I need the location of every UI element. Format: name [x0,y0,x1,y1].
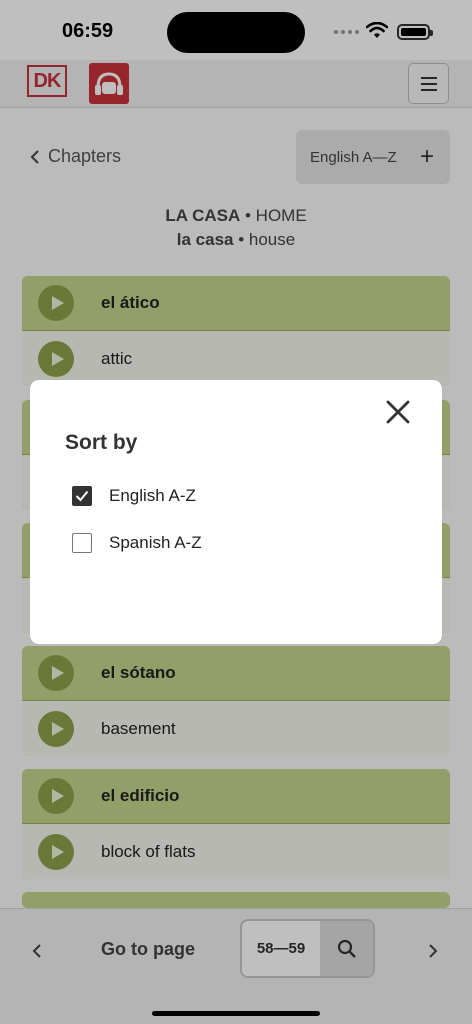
option-label: Spanish A-Z [109,533,202,552]
sort-modal: Sort by English A-Z Spanish A-Z [30,380,442,644]
option-label: English A-Z [109,486,196,505]
checkbox-unchecked-icon[interactable] [72,533,92,553]
close-icon[interactable] [384,398,412,426]
checkbox-checked-icon[interactable] [72,486,92,506]
sort-option-spanish[interactable]: Spanish A-Z [72,533,202,553]
modal-title: Sort by [65,431,138,454]
sort-option-english[interactable]: English A-Z [72,486,196,506]
